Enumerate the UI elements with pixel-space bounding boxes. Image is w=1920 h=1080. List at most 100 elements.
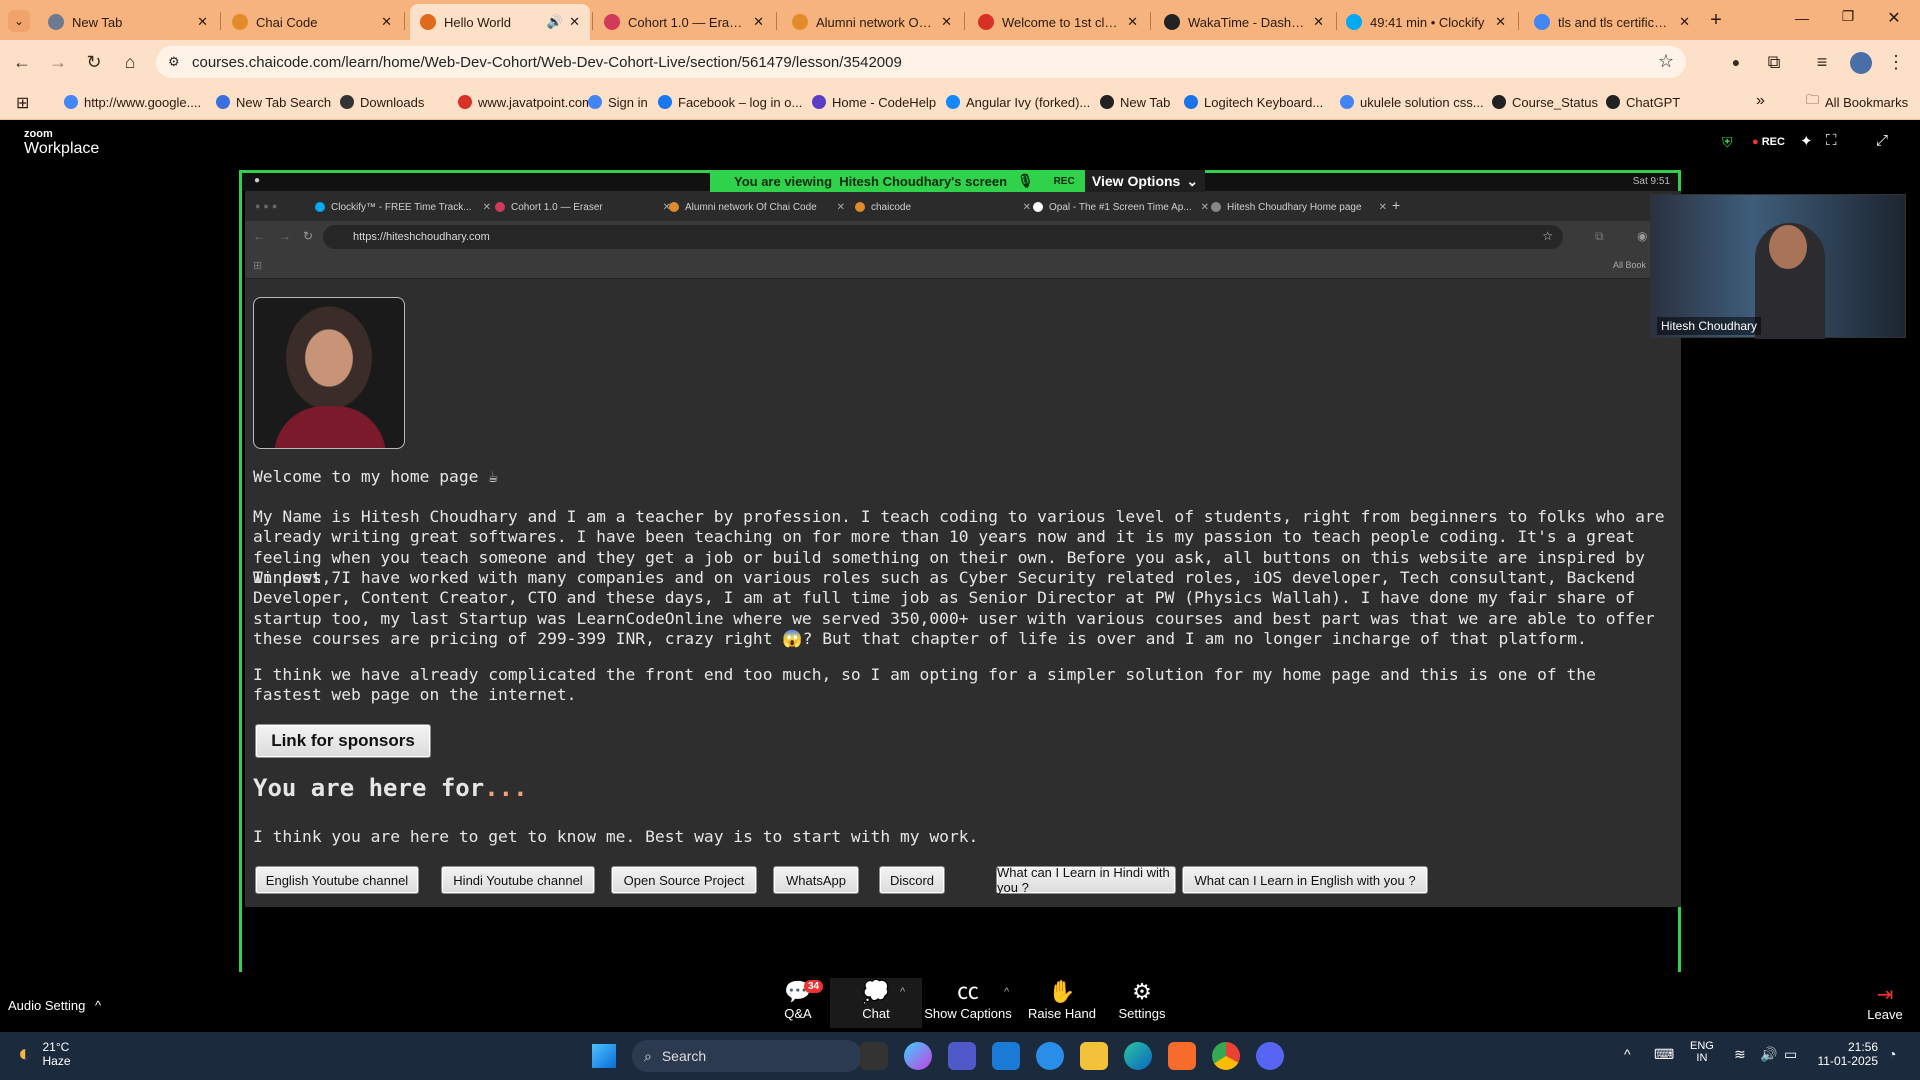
link-button[interactable]: What can I Learn in English with you ? bbox=[1182, 866, 1428, 894]
zoom-toolbar-button[interactable]: 💭 Chat bbox=[830, 978, 922, 1028]
window-traffic-lights: ●●● bbox=[255, 201, 281, 211]
link-button[interactable]: Hindi Youtube channel bbox=[441, 866, 595, 894]
extensions-icon[interactable]: ● bbox=[1724, 50, 1748, 74]
bookmark-item[interactable]: New Tab bbox=[1100, 92, 1170, 112]
link-button[interactable]: What can I Learn in Hindi with you ? bbox=[996, 865, 1176, 895]
bookmark-item[interactable]: www.javatpoint.com bbox=[458, 92, 593, 112]
back-icon[interactable]: ← bbox=[10, 50, 34, 74]
lang-primary: ENG bbox=[1690, 1040, 1714, 1052]
language-indicator[interactable]: ENG IN bbox=[1690, 1040, 1714, 1064]
copilot-icon[interactable] bbox=[904, 1042, 932, 1070]
fullscreen-icon[interactable]: ⤢ bbox=[1876, 132, 1888, 149]
captions-options-chevron[interactable]: ^ bbox=[1004, 986, 1009, 998]
bookmark-item[interactable]: http://www.google.... bbox=[64, 92, 201, 112]
reload-icon[interactable]: ↻ bbox=[82, 50, 106, 74]
bookmark-item[interactable]: ChatGPT bbox=[1606, 92, 1680, 112]
view-switch-icon[interactable]: ⛶ bbox=[1826, 132, 1837, 149]
address-bar[interactable]: ⚙ courses.chaicode.com/learn/home/Web-De… bbox=[156, 46, 1686, 78]
browser-tab[interactable]: WakaTime - Dashboard ✕ bbox=[1154, 4, 1334, 40]
tab-title: New Tab bbox=[72, 14, 123, 30]
wifi-icon[interactable]: ≋ bbox=[1734, 1046, 1746, 1063]
help-icon[interactable] bbox=[1036, 1042, 1064, 1070]
close-tab-icon[interactable]: ✕ bbox=[381, 14, 392, 30]
bookmark-item[interactable]: Facebook – log in o... bbox=[658, 92, 802, 112]
weather-widget[interactable]: ◐ 21°C Haze bbox=[18, 1040, 71, 1068]
link-button[interactable]: English Youtube channel bbox=[255, 866, 419, 894]
browser-tab[interactable]: Welcome to 1st class ✕ bbox=[968, 4, 1148, 40]
notification-icon[interactable]: ◔ bbox=[1888, 1046, 1896, 1062]
bookmark-item[interactable]: Downloads bbox=[340, 92, 424, 112]
bookmark-item[interactable]: Course_Status bbox=[1492, 92, 1598, 112]
clock[interactable]: 21:56 11-01-2025 bbox=[1812, 1040, 1879, 1068]
ai-companion-icon[interactable]: ✦ bbox=[1800, 132, 1813, 150]
audio-setting-button[interactable]: Audio Setting ^ bbox=[8, 998, 101, 1013]
link-button[interactable]: Discord bbox=[879, 866, 945, 894]
browser-tab[interactable]: Cohort 1.0 — Eraser ✕ bbox=[594, 4, 774, 40]
view-options-button[interactable]: View Options ⌄ bbox=[1085, 170, 1205, 192]
browser-tab[interactable]: tls and tls certificates ✕ bbox=[1524, 4, 1700, 40]
bookmark-item[interactable]: ukulele solution css... bbox=[1340, 92, 1484, 112]
close-tab-icon[interactable]: ✕ bbox=[941, 14, 952, 30]
media-control-icon[interactable]: ≡ bbox=[1810, 50, 1834, 74]
browser-tab[interactable]: 49:41 min • Clockify ✕ bbox=[1336, 4, 1516, 40]
speaker-icon[interactable]: 🔊 bbox=[547, 14, 563, 30]
close-tab-icon[interactable]: ✕ bbox=[1127, 14, 1138, 30]
bookmark-item[interactable]: Angular Ivy (forked)... bbox=[946, 92, 1090, 112]
bookmark-item[interactable]: New Tab Search bbox=[216, 92, 331, 112]
leave-button[interactable]: ⇥ Leave bbox=[1860, 982, 1910, 1022]
shared-bookmarks-bar: ⊞ All Book bbox=[245, 253, 1681, 279]
zoom-toolbar-button[interactable]: ✋ Raise Hand bbox=[1016, 978, 1108, 1028]
volume-icon[interactable]: 🔊 bbox=[1760, 1046, 1777, 1063]
close-tab-icon[interactable]: ✕ bbox=[1495, 14, 1506, 30]
teams-icon[interactable] bbox=[948, 1042, 976, 1070]
bookmark-item[interactable]: Sign in bbox=[588, 92, 648, 112]
participant-video[interactable]: Hitesh Choudhary bbox=[1650, 194, 1906, 339]
forward-icon[interactable]: → bbox=[46, 50, 70, 74]
apps-grid-icon[interactable]: ⊞ bbox=[16, 93, 29, 113]
menu-icon[interactable]: ⋮ bbox=[1884, 50, 1908, 74]
bookmark-item[interactable]: Home - CodeHelp bbox=[812, 92, 936, 112]
minimize-button[interactable]: — bbox=[1790, 10, 1814, 30]
close-tab-icon[interactable]: ✕ bbox=[197, 14, 208, 30]
restore-button[interactable]: ❐ bbox=[1836, 8, 1860, 28]
file-explorer-icon[interactable] bbox=[1080, 1042, 1108, 1070]
discord-icon[interactable] bbox=[1256, 1042, 1284, 1070]
bookmark-item[interactable]: Logitech Keyboard... bbox=[1184, 92, 1323, 112]
store-icon[interactable] bbox=[992, 1042, 1020, 1070]
chat-options-chevron[interactable]: ^ bbox=[900, 986, 905, 998]
participant-head bbox=[1769, 225, 1807, 269]
close-tab-icon[interactable]: ✕ bbox=[569, 14, 580, 30]
link-button[interactable]: Open Source Project bbox=[611, 866, 757, 894]
home-icon[interactable]: ⌂ bbox=[118, 50, 142, 74]
site-info-icon[interactable]: ⚙ bbox=[168, 54, 180, 70]
close-window-button[interactable]: ✕ bbox=[1882, 8, 1906, 28]
profile-avatar[interactable] bbox=[1850, 52, 1872, 74]
start-button[interactable] bbox=[592, 1044, 616, 1068]
taskbar-search[interactable]: ⌕ Search bbox=[632, 1040, 862, 1072]
browser-tab[interactable]: New Tab ✕ bbox=[38, 4, 218, 40]
task-view-icon[interactable] bbox=[860, 1042, 888, 1070]
sponsors-button[interactable]: Link for sponsors bbox=[255, 724, 431, 758]
link-button[interactable]: WhatsApp bbox=[773, 866, 859, 894]
all-bookmarks[interactable]: 🗀 All Bookmarks bbox=[1806, 92, 1908, 112]
browser-tab[interactable]: Hello World 🔊 ✕ bbox=[410, 4, 590, 40]
browser-tab[interactable]: Alumni network Of Chai Code ✕ bbox=[782, 4, 962, 40]
battery-icon[interactable]: ▭ bbox=[1784, 1046, 1797, 1063]
zoom-toolbar-button[interactable]: ⚙ Settings bbox=[1096, 978, 1188, 1028]
close-tab-icon[interactable]: ✕ bbox=[753, 14, 764, 30]
browser-tab[interactable]: Chai Code ✕ bbox=[222, 4, 402, 40]
new-tab-button[interactable]: + bbox=[1704, 8, 1728, 32]
keyboard-icon[interactable]: ⌨ bbox=[1654, 1046, 1674, 1063]
bookmark-star-icon[interactable]: ☆ bbox=[1658, 51, 1674, 72]
edge-icon[interactable] bbox=[1124, 1042, 1152, 1070]
zoom-toolbar-button[interactable]: ㏄ Show Captions bbox=[922, 978, 1014, 1028]
more-bookmarks-icon[interactable]: » bbox=[1756, 92, 1765, 110]
tray-chevron-icon[interactable]: ^ bbox=[1624, 1046, 1631, 1062]
chevron-down-icon: ⌄ bbox=[1186, 172, 1199, 189]
close-tab-icon[interactable]: ✕ bbox=[1679, 14, 1690, 30]
brave-icon[interactable] bbox=[1168, 1042, 1196, 1070]
tab-search-icon[interactable]: ⌄ bbox=[8, 10, 30, 32]
close-tab-icon[interactable]: ✕ bbox=[1313, 14, 1324, 30]
chrome-icon[interactable] bbox=[1212, 1042, 1240, 1070]
extension-puzzle-icon[interactable]: ⧉ bbox=[1762, 50, 1786, 74]
